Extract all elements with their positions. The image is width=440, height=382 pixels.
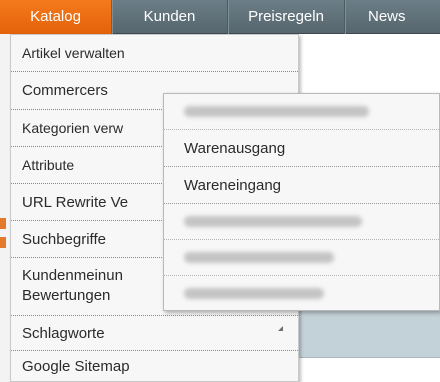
submenu-item-blurred[interactable] xyxy=(164,240,439,276)
submenu-item-blurred[interactable] xyxy=(164,204,439,240)
submenu-item-wareneingang[interactable]: Wareneingang xyxy=(164,167,439,204)
menu-item-label: Schlagworte xyxy=(22,325,105,342)
page-accent-mark xyxy=(0,237,6,248)
page-left-frame xyxy=(0,34,10,382)
nav-tab-news[interactable]: News xyxy=(345,0,440,34)
page-divider xyxy=(300,357,440,358)
blurred-text xyxy=(184,216,362,227)
menu-item-schlagworte[interactable]: Schlagworte xyxy=(11,316,298,351)
nav-tab-katalog[interactable]: Katalog xyxy=(0,0,112,34)
submenu-item-blurred[interactable] xyxy=(164,94,439,130)
submenu-item-warenausgang[interactable]: Warenausgang xyxy=(164,130,439,167)
blurred-text xyxy=(184,106,369,117)
submenu-item-blurred[interactable] xyxy=(164,276,439,312)
blurred-text xyxy=(184,288,324,299)
nav-tab-kunden[interactable]: Kunden xyxy=(112,0,228,34)
nav-tab-preisregeln[interactable]: Preisregeln xyxy=(228,0,345,34)
page-accent-mark xyxy=(0,218,6,229)
main-navigation: Katalog Kunden Preisregeln News xyxy=(0,0,440,34)
submenu-arrow-icon xyxy=(278,326,283,331)
commercers-submenu: Warenausgang Wareneingang xyxy=(163,93,440,311)
menu-item-google-sitemap[interactable]: Google Sitemap xyxy=(11,351,298,382)
blurred-text xyxy=(184,252,334,263)
menu-item-artikel-verwalten[interactable]: Artikel verwalten xyxy=(11,35,298,72)
